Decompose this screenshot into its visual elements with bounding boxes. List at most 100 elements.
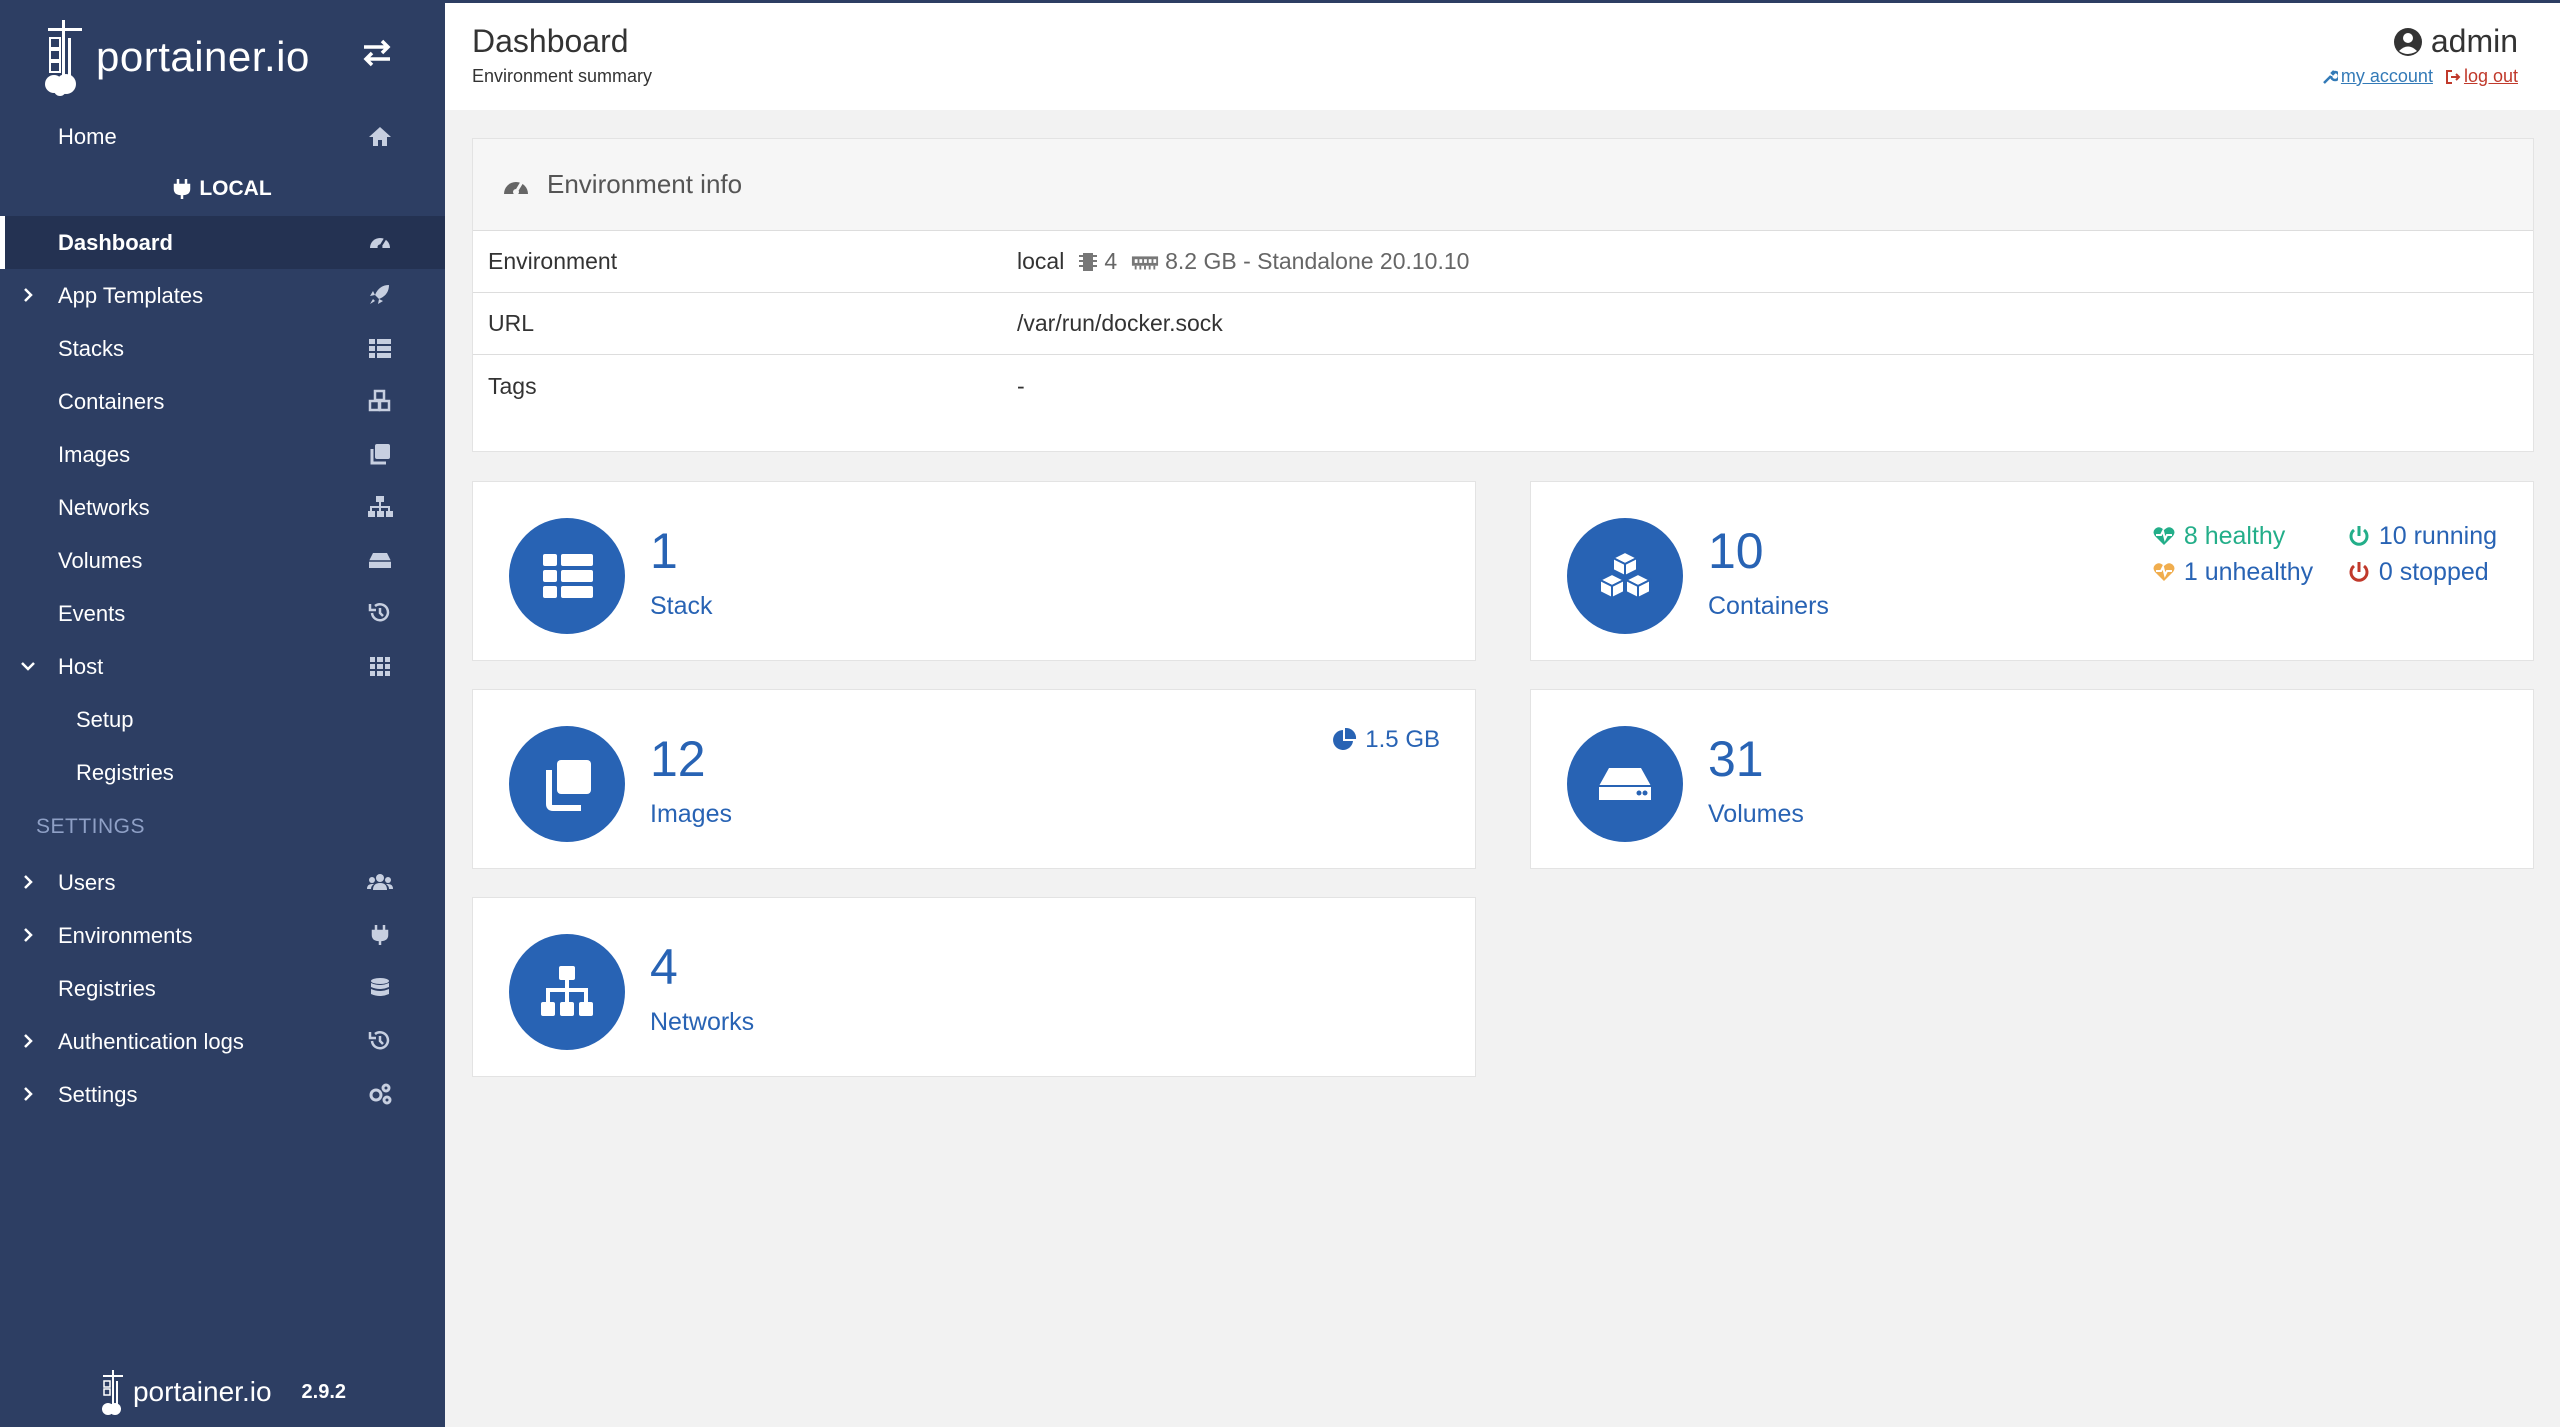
cubes-icon (1597, 550, 1653, 600)
heartbeat-icon (2153, 527, 2175, 545)
memory-value: 8.2 GB - Standalone 20.10.10 (1165, 248, 1470, 274)
home-icon (369, 127, 391, 146)
sidebar-item-users[interactable]: Users (0, 856, 445, 909)
heartbeat-icon (2153, 563, 2175, 581)
images-count: 12 (650, 731, 706, 787)
env-row-key: URL (488, 310, 535, 336)
chevron-right-icon (24, 288, 33, 302)
sidebar-item-dashboard[interactable]: Dashboard (0, 216, 445, 269)
settings-section-title: SETTINGS (36, 815, 146, 838)
sidebar-item-registries[interactable]: Registries (0, 962, 445, 1015)
sidebar-item-host-registries[interactable]: Registries (0, 746, 445, 799)
log-out-link[interactable]: log out (2445, 66, 2518, 87)
sidebar-item-label: Stacks (58, 335, 125, 361)
sidebar-item-volumes[interactable]: Volumes (0, 534, 445, 587)
sign-out-icon (2445, 69, 2461, 84)
sidebar-item-stacks[interactable]: Stacks (0, 322, 445, 375)
stopped-count: 0 stopped (2378, 557, 2489, 586)
my-account-link[interactable]: my account (2322, 66, 2433, 87)
stopped-stat: 0 stopped (2347, 558, 2489, 587)
containers-card[interactable]: 10 Containers 8 healthy 10 running 1 unh… (1530, 481, 2534, 661)
power-off-icon (2349, 562, 2369, 582)
environment-name-value: local (1017, 248, 1065, 274)
chevron-down-icon (21, 662, 35, 671)
networks-card[interactable]: 4 Networks (472, 897, 1476, 1077)
images-card-icon-circle (509, 726, 625, 842)
sidebar-footer: portainer.io 2.9.2 (0, 1357, 445, 1427)
sidebar-item-home[interactable]: Home (0, 110, 445, 163)
environment-info-panel: Environment info Environment local 4 8.2… (472, 138, 2534, 452)
user-name: admin (2393, 23, 2518, 60)
stacks-label: Stack (650, 592, 713, 620)
images-size: 1.5 GB (1331, 726, 1440, 754)
healthy-stat: 8 healthy (2152, 522, 2347, 551)
history-icon (368, 603, 390, 622)
sidebar-item-label: Environments (58, 922, 193, 948)
sitemap-icon (368, 496, 393, 517)
stacks-count: 1 (650, 523, 678, 579)
images-card[interactable]: 12 Images 1.5 GB (472, 689, 1476, 869)
plug-icon (174, 178, 191, 199)
hdd-icon (369, 553, 391, 568)
page-subtitle: Environment summary (472, 66, 653, 86)
chevron-right-icon (24, 1087, 33, 1101)
env-row-tags: Tags - (473, 355, 2533, 417)
sidebar-item-label: Settings (58, 1081, 138, 1107)
sidebar-item-label: Containers (58, 388, 165, 414)
pie-chart-icon (1333, 727, 1357, 750)
environment-info-title: Environment info (547, 169, 743, 199)
th-icon (370, 657, 390, 676)
chevron-right-icon (24, 928, 33, 942)
history-icon (368, 1031, 390, 1050)
sitemap-icon (541, 966, 593, 1016)
hdd-icon (1599, 768, 1651, 800)
user-circle-icon (2393, 27, 2422, 56)
stacks-card-icon-circle (509, 518, 625, 634)
running-stat: 10 running (2347, 522, 2497, 551)
env-row-value: /var/run/docker.sock (1017, 310, 1223, 336)
stacks-card[interactable]: 1 Stack (472, 481, 1476, 661)
env-row-key: Tags (488, 372, 537, 399)
environment-name: LOCAL (199, 176, 272, 200)
images-label: Images (650, 800, 732, 828)
cubes-icon (368, 389, 391, 412)
sidebar-item-label: Events (58, 600, 126, 626)
sidebar-item-events[interactable]: Events (0, 587, 445, 640)
volumes-card[interactable]: 31 Volumes (1530, 689, 2534, 869)
power-off-icon (2349, 526, 2369, 546)
log-out-label: log out (2463, 66, 2518, 86)
sidebar-item-authentication-logs[interactable]: Authentication logs (0, 1015, 445, 1068)
sidebar-item-containers[interactable]: Containers (0, 375, 445, 428)
sidebar-item-label: Dashboard (58, 229, 173, 255)
tachometer-icon (504, 180, 528, 195)
sidebar-item-settings[interactable]: Settings (0, 1068, 445, 1121)
env-row-environment: Environment local 4 8.2 GB - Standalone … (473, 231, 2533, 293)
env-row-url: URL /var/run/docker.sock (473, 293, 2533, 355)
database-icon (371, 978, 389, 996)
sidebar-item-label: Home (58, 123, 117, 149)
brand-name: portainer.io (96, 33, 310, 80)
sidebar-item-images[interactable]: Images (0, 428, 445, 481)
sidebar-item-networks[interactable]: Networks (0, 481, 445, 534)
rocket-icon (370, 285, 389, 304)
cpu-count: 4 (1104, 248, 1118, 274)
unhealthy-count: 1 unhealthy (2183, 557, 2314, 586)
user-links: my account log out (2322, 66, 2518, 87)
sidebar-item-label: Images (58, 441, 131, 467)
clone-icon (370, 444, 390, 465)
sidebar-item-setup[interactable]: Setup (0, 693, 445, 746)
page-title: Dashboard (472, 23, 629, 59)
sidebar-item-app-templates[interactable]: App Templates (0, 269, 445, 322)
sidebar-item-label: Volumes (58, 547, 143, 573)
sidebar-item-label: Authentication logs (58, 1028, 244, 1054)
clone-icon (546, 760, 591, 811)
exchange-icon[interactable] (360, 38, 394, 68)
sidebar-item-environments[interactable]: Environments (0, 909, 445, 962)
sidebar-item-host[interactable]: Host (0, 640, 445, 693)
volumes-label: Volumes (1708, 800, 1804, 828)
networks-label: Networks (650, 1008, 755, 1036)
running-count: 10 running (2378, 521, 2497, 550)
portainer-logo-icon (45, 20, 82, 96)
sidebar-item-label: App Templates (58, 282, 204, 308)
sidebar-item-label: Registries (58, 975, 156, 1001)
